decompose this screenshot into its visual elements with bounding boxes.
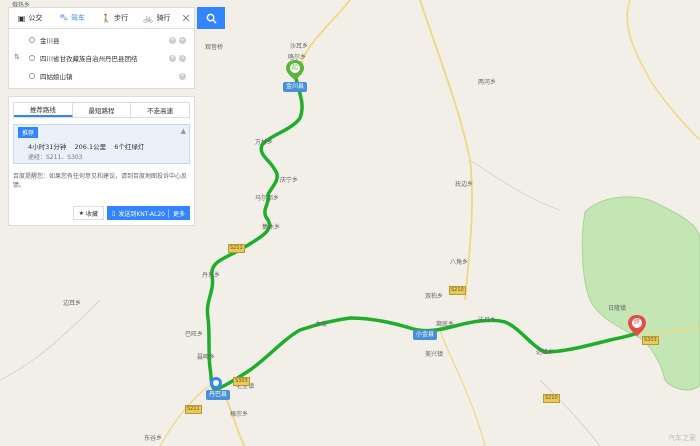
tab-bike[interactable]: 🚲 骑行	[136, 8, 178, 28]
route-via: 途经：S211、S303	[28, 154, 83, 161]
tab-bus[interactable]: ▣ 公交	[9, 8, 51, 28]
tab-walk[interactable]: 🚶 步行	[94, 8, 136, 28]
marker-start-glyph: 起	[292, 64, 299, 71]
place-label: 日隆镇	[608, 305, 627, 312]
route-option-tabs: 推荐路线 最短路程 不走高速	[13, 102, 190, 118]
star-icon: ★	[78, 209, 84, 217]
route-actions: ★ 收藏 ▯ 发送到KNT-AL20 更多	[13, 206, 190, 220]
city-label-via: 丹巴县	[206, 390, 231, 400]
place-label: 巴旺乡	[185, 331, 204, 338]
place-label: 马尔邦乡	[255, 195, 280, 202]
place-label: 抚边乡	[455, 181, 474, 188]
add-icon[interactable]: +	[179, 54, 186, 62]
add-icon[interactable]: +	[179, 36, 186, 44]
marker-end-glyph: 终	[634, 319, 641, 326]
clear-icon[interactable]: ✕	[169, 36, 176, 44]
road-shield: S210	[543, 394, 560, 403]
send-to-phone-button[interactable]: ▯ 发送到KNT-AL20 更多	[107, 206, 190, 220]
clear-icon[interactable]: ✕	[179, 72, 186, 80]
place-label: 窝底乡	[436, 321, 455, 328]
tab-shortest[interactable]: 最短路程	[73, 103, 132, 117]
car-icon: ⛍	[59, 13, 68, 22]
place-label: 两河乡	[478, 79, 497, 86]
place-label: 边耳乡	[63, 300, 82, 307]
search-icon	[206, 13, 217, 24]
results-panel: 推荐路线 最短路程 不走高速 推荐 ▲ 4小时31分钟 206.1公里 6个红绿…	[8, 96, 195, 226]
place-label: 八角乡	[450, 259, 469, 266]
walk-icon: 🚶	[101, 13, 112, 23]
close-icon[interactable]: ✕	[178, 12, 194, 25]
swap-icon[interactable]: ⇅	[14, 53, 20, 61]
recommend-badge: 推荐	[18, 127, 39, 138]
place-label: 美兴镇	[425, 351, 444, 358]
start-field[interactable]: 金川县 ✕ +	[29, 31, 186, 49]
collapse-icon[interactable]: ▲	[181, 127, 186, 135]
road-shield: S303	[233, 377, 250, 386]
end-field[interactable]: 四姑娘山镇 ✕	[29, 67, 186, 85]
tab-no-highway[interactable]: 不走高速	[131, 103, 189, 117]
route-distance: 206.1公里	[74, 143, 107, 151]
tab-car[interactable]: ⛍ 驾车	[51, 8, 93, 28]
place-label: 观音桥	[205, 44, 224, 51]
route-lights: 6个红绿灯	[114, 143, 145, 151]
route-card[interactable]: 推荐 ▲ 4小时31分钟 206.1公里 6个红绿灯 途经：S211、S303	[13, 124, 190, 164]
more-button[interactable]: 更多	[167, 208, 185, 218]
place-label: 咯尔乡	[288, 54, 307, 61]
via-marker[interactable]	[210, 377, 222, 389]
route-summary: 4小时31分钟 206.1公里 6个红绿灯	[28, 141, 150, 151]
city-label-start: 金川县	[283, 82, 308, 92]
place-label: 万林乡	[255, 139, 274, 146]
place-label: 东谷乡	[144, 435, 163, 442]
favorite-button[interactable]: ★ 收藏	[72, 206, 105, 220]
tab-recommended[interactable]: 推荐路线	[14, 103, 73, 117]
place-label: 双柏乡	[425, 293, 444, 300]
place-label: 达维乡	[536, 349, 555, 356]
place-label: 沙耳乡	[290, 43, 309, 50]
road-shield: S303	[642, 336, 659, 345]
place-label: 庆宁乡	[280, 177, 299, 184]
route-time: 4小时31分钟	[28, 143, 67, 151]
road-shield: S211	[185, 405, 202, 414]
search-button[interactable]	[197, 7, 225, 29]
start-dot-icon	[29, 37, 35, 43]
bus-icon: ▣	[17, 13, 26, 23]
clear-icon[interactable]: ✕	[169, 54, 176, 62]
place-label: 木坡	[315, 321, 328, 328]
watermark: 汽车之家	[668, 434, 696, 442]
city-label-mid: 小金县	[413, 330, 438, 340]
end-dot-icon	[29, 73, 35, 79]
place-label: 集沐乡	[262, 224, 281, 231]
feedback-note: 百度提醒您：如果您有任何意见和建议，请到百度地图投诉中心反馈。	[13, 173, 188, 189]
via-field[interactable]: 四川省甘孜藏族自治州丹巴县团结 ✕ +	[29, 49, 186, 67]
bike-icon: 🚲	[143, 13, 154, 23]
phone-icon: ▯	[112, 209, 116, 217]
place-label: 格宗乡	[230, 411, 249, 418]
place-label: 丹东乡	[202, 272, 221, 279]
road-shield: S210	[449, 286, 466, 295]
route-inputs: ⇅ 金川县 ✕ + 四川省甘孜藏族自治州丹巴县团结 ✕ + 四姑娘山镇 ✕	[8, 29, 195, 89]
place-label: 聂呷乡	[197, 354, 216, 361]
mode-tabs: ▣ 公交 ⛍ 驾车 🚶 步行 🚲 骑行 ✕	[8, 7, 195, 29]
via-dot-icon	[29, 55, 35, 61]
road-shield: S211	[228, 244, 245, 253]
place-label: 沃日乡	[478, 317, 497, 324]
